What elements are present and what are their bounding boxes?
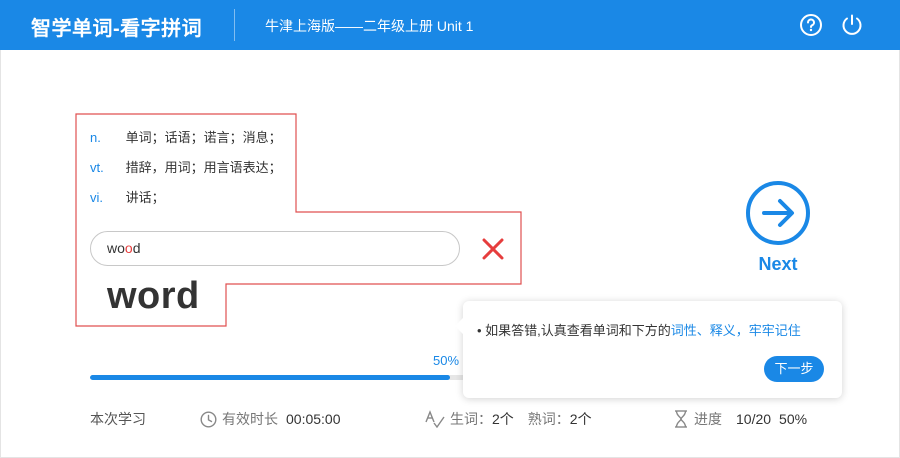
session-label-stat: 本次学习 [90, 409, 146, 429]
new-words-value: 2个 [492, 411, 514, 427]
tooltip-text: • 如果答错,认真查看单词和下方的词性、释义，牢牢记住 [477, 320, 801, 339]
hint-tooltip: • 如果答错,认真查看单词和下方的词性、释义，牢牢记住 下一步 [455, 301, 842, 398]
hourglass-icon [675, 410, 687, 428]
time-stat: 有效时长 00:05:00 [200, 409, 341, 429]
definition-text: 措辞，用词；用言语表达； [125, 160, 282, 175]
correct-word: word [107, 275, 200, 317]
exit-button[interactable] [840, 13, 864, 37]
next-label: Next [758, 254, 798, 274]
help-button[interactable] [799, 13, 823, 37]
next-button[interactable]: Next [745, 180, 811, 276]
tooltip-next-button[interactable]: 下一步 [764, 356, 824, 382]
part-of-speech: vt. [90, 160, 104, 175]
power-icon [842, 14, 862, 35]
progress-label: 进度 [694, 411, 722, 427]
app-header: 智学单词-看字拼词 牛津上海版——二年级上册 Unit 1 [0, 0, 900, 50]
session-label: 本次学习 [90, 411, 146, 427]
part-of-speech: vi. [90, 190, 103, 205]
answer-text-wrong-letter: o [124, 240, 133, 256]
definition-row: vi. 讲话； [90, 187, 165, 206]
tooltip-text-plain: 如果答错,认真查看单词和下方的 [485, 323, 671, 338]
answer-input[interactable]: wood [90, 231, 460, 266]
wrong-x-icon [482, 238, 504, 260]
progress-count: 10/20 [736, 411, 772, 427]
tooltip-text-highlight: 词性、释义，牢牢记住 [670, 323, 801, 338]
definition-row: vt. 措辞，用词；用言语表达； [90, 157, 282, 176]
question-circle-icon [800, 14, 822, 36]
answer-text-suffix: d [132, 240, 141, 256]
book-title: 牛津上海版——二年级上册 Unit 1 [265, 18, 474, 34]
new-words-label: 生词： [450, 411, 492, 427]
progress-footer-percent: 50% [779, 411, 808, 427]
time-label: 有效时长 [222, 411, 278, 427]
progress-stat: 进度 10/20 50% [673, 409, 807, 429]
progress-fill [90, 375, 450, 380]
progress-percent: 50% [433, 353, 460, 368]
definition-row: n. 单词；话语；诺言；消息； [90, 127, 282, 146]
arrow-right-circle-icon [746, 181, 810, 245]
answer-text-correct: wo [107, 240, 125, 256]
spelling-icon [425, 410, 445, 428]
app-title: 智学单词-看字拼词 [31, 18, 203, 40]
tooltip-arrow [455, 318, 463, 334]
definition-text: 讲话； [125, 190, 165, 205]
part-of-speech: n. [90, 130, 101, 145]
words-stat: 生词： 2个 熟词： 2个 [425, 409, 592, 429]
bullet: • [477, 323, 486, 338]
header-divider [234, 9, 235, 41]
time-value: 00:05:00 [286, 411, 341, 427]
clock-icon [200, 410, 217, 428]
known-words-value: 2个 [569, 411, 592, 427]
definition-text: 单词；话语；诺言；消息； [125, 130, 282, 145]
known-words-label: 熟词： [527, 411, 570, 427]
